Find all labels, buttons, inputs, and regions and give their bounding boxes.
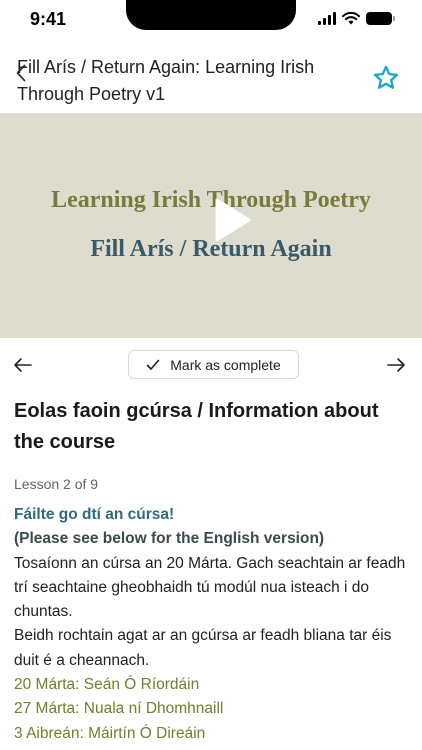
status-bar: 9:41 xyxy=(0,0,422,40)
star-icon xyxy=(373,65,399,89)
welcome-text: Fáilte go dtí an cúrsa! xyxy=(14,506,175,523)
lesson-counter: Lesson 2 of 9 xyxy=(14,476,99,492)
wifi-icon xyxy=(342,12,360,25)
schedule-item: 27 Márta: Nuala ní Dhomhnaill xyxy=(14,700,224,718)
favorite-button[interactable] xyxy=(372,64,400,92)
battery-icon xyxy=(366,12,395,25)
course-title: Fill Arís / Return Again: Learning Irish… xyxy=(17,57,315,104)
checkmark-icon xyxy=(146,359,160,370)
mark-complete-button[interactable]: Mark as complete xyxy=(128,350,299,379)
schedule-item: 3 Aibreán: Máirtín Ó Direáin xyxy=(14,724,206,742)
course-header: Fill Arís / Return Again: Learning Irish… xyxy=(0,50,422,112)
camera-notch xyxy=(126,0,296,30)
lesson-heading: Eolas faoin gcúrsa / Information about t… xyxy=(14,400,379,453)
english-version-note: (Please see below for the English versio… xyxy=(14,530,325,548)
status-time: 9:41 xyxy=(30,9,67,29)
video-subtitle: Fill Arís / Return Again xyxy=(90,236,332,262)
next-lesson-button[interactable] xyxy=(385,354,407,376)
arrow-right-icon xyxy=(387,358,405,372)
paragraph-start-date: Tosaíonn an cúrsa an 20 Márta. Gach seac… xyxy=(14,554,406,621)
previous-lesson-button[interactable] xyxy=(12,354,34,376)
schedule-item: 20 Márta: Seán Ó Ríordáin xyxy=(14,676,200,694)
cellular-signal-icon xyxy=(318,12,336,25)
paragraph-access: Beidh rochtain agat ar an gcúrsa ar fead… xyxy=(14,627,392,669)
arrow-left-icon xyxy=(14,358,32,372)
play-icon[interactable] xyxy=(213,197,253,243)
lesson-nav: Mark as complete xyxy=(0,350,422,380)
status-icons xyxy=(318,12,395,25)
video-player[interactable]: Learning Irish Through Poetry Fill Arís … xyxy=(0,113,422,338)
video-title: Learning Irish Through Poetry xyxy=(51,187,371,213)
lesson-content: Fáilte go dtí an cúrsa! (Please see belo… xyxy=(14,503,414,746)
mark-complete-label: Mark as complete xyxy=(170,356,281,373)
